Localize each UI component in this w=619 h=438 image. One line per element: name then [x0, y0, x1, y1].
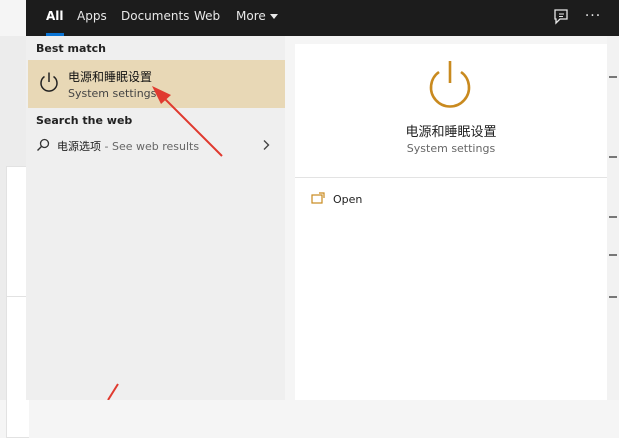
tab-label: More	[236, 9, 266, 23]
background-page-right	[607, 36, 619, 400]
feedback-icon[interactable]	[553, 8, 571, 26]
power-icon	[40, 72, 58, 92]
web-result-item[interactable]: 电源选项 - See web results	[26, 134, 285, 158]
search-icon	[37, 138, 50, 151]
background-mark	[609, 216, 617, 218]
search-filter-bar: All Apps Documents Web More ···	[26, 0, 619, 36]
preview-subtitle: System settings	[406, 142, 496, 155]
tab-label: Apps	[77, 9, 107, 23]
more-options-icon[interactable]: ···	[582, 6, 604, 26]
best-match-subtitle: System settings	[68, 87, 157, 100]
chevron-down-icon	[269, 14, 278, 19]
preview-pane: 电源和睡眠设置 System settings Open	[295, 44, 607, 400]
background-mark	[609, 296, 617, 298]
open-label: Open	[333, 193, 363, 206]
open-action[interactable]: Open	[309, 190, 509, 210]
chevron-right-icon[interactable]	[262, 139, 270, 151]
web-suffix: - See web results	[101, 140, 200, 153]
background-mark	[609, 76, 617, 78]
web-query: 电源选项	[57, 140, 101, 153]
background-mark	[609, 254, 617, 256]
best-match-title: 电源和睡眠设置	[68, 70, 153, 84]
open-icon	[311, 192, 325, 204]
tab-all[interactable]: All	[46, 0, 64, 36]
best-match-heading: Best match	[36, 42, 106, 55]
background-page-left	[0, 36, 29, 438]
tab-label: All	[46, 9, 64, 23]
tab-apps[interactable]: Apps	[77, 0, 107, 36]
tab-more[interactable]: More	[236, 0, 278, 36]
best-match-item[interactable]: 电源和睡眠设置 System settings	[28, 60, 285, 108]
preview-title: 电源和睡眠设置	[405, 125, 497, 140]
tab-label: Web	[194, 9, 221, 23]
results-list: Best match 电源和睡眠设置 System settings Searc…	[26, 36, 285, 400]
tab-label: Documents	[121, 9, 190, 23]
search-web-heading: Search the web	[36, 114, 133, 127]
background-mark	[609, 156, 617, 158]
web-result-text: 电源选项 - See web results	[57, 138, 199, 154]
divider	[295, 177, 607, 178]
tab-documents[interactable]: Documents	[121, 0, 189, 36]
tab-web[interactable]: Web	[194, 0, 220, 36]
power-icon	[429, 61, 471, 108]
